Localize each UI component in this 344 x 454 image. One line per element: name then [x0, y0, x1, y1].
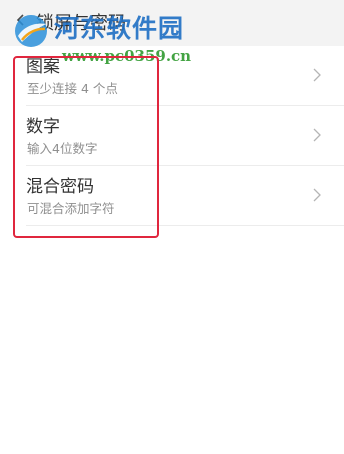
chevron-right-icon [313, 68, 321, 82]
watermark-name: 河东软件园 [54, 14, 185, 43]
watermark-logo-icon [15, 15, 47, 47]
divider [26, 225, 344, 226]
option-subtitle: 输入4位数字 [27, 141, 98, 156]
chevron-right-icon [313, 188, 321, 202]
option-pattern[interactable]: 图案 至少连接 4 个点 [0, 46, 344, 106]
password-type-list: 图案 至少连接 4 个点 数字 输入4位数字 混合密码 可混合添加字符 [0, 46, 344, 226]
option-mixed-password[interactable]: 混合密码 可混合添加字符 [0, 166, 344, 226]
chevron-right-icon [313, 128, 321, 142]
option-subtitle: 可混合添加字符 [27, 201, 115, 216]
option-title: 数字 [26, 117, 60, 137]
option-title: 混合密码 [26, 177, 94, 197]
option-title: 图案 [26, 57, 60, 77]
option-subtitle: 至少连接 4 个点 [27, 81, 118, 96]
option-numeric[interactable]: 数字 输入4位数字 [0, 106, 344, 166]
